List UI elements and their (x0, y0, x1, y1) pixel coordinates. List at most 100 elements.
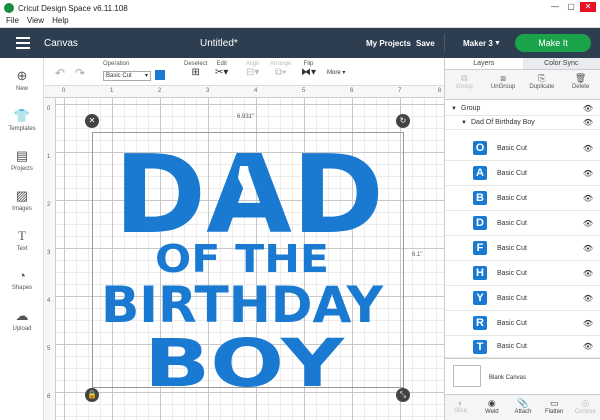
delete-handle-icon[interactable]: ✕ (85, 114, 99, 128)
duplicate-action[interactable]: ⎘ Duplicate (523, 70, 562, 99)
operation-select[interactable]: Basic Cut ▾ (103, 71, 151, 81)
weld-icon: ◉ (487, 398, 496, 408)
sidebar-item-templates[interactable]: 👕 Templates (0, 108, 44, 132)
tab-color-sync[interactable]: Color Sync (523, 58, 600, 69)
menu-help[interactable]: Help (52, 16, 68, 27)
action-label: Slice (454, 408, 468, 414)
ungroup-action[interactable]: ⧈ UnGroup (484, 70, 523, 99)
subgroup-name: Dad Of Birthday Boy (471, 119, 535, 126)
edit-toolbar: ↶ ↷ Operation Basic Cut ▾ Deselect ⊞ Edi… (44, 58, 444, 86)
sidebar-label: Images (12, 206, 32, 212)
edit-tool[interactable]: Edit ✂▾ (215, 61, 228, 78)
eye-icon[interactable]: 👁 (583, 144, 593, 153)
window-titlebar: Cricut Design Space v6.11.108 — ▢ ✕ (0, 0, 600, 16)
blank-canvas-label: Blank Canvas (489, 375, 527, 381)
slice-action[interactable]: ◐ Slice (445, 395, 476, 420)
eye-icon[interactable]: 👁 (583, 219, 593, 228)
group-action[interactable]: ⧉ Group (445, 70, 484, 99)
action-label: Attach (514, 409, 532, 415)
contour-icon: ◎ (581, 398, 590, 408)
arrange-tool[interactable]: Arrange ⧉▾ (270, 61, 291, 78)
eye-icon[interactable]: 👁 (583, 194, 593, 203)
eye-icon[interactable]: 👁 (583, 342, 593, 351)
sidebar-item-text[interactable]: T Text (0, 228, 44, 252)
deselect-tool[interactable]: Deselect ⊞ (184, 61, 207, 78)
more-menu[interactable]: More ▾ (327, 69, 345, 76)
layer-row[interactable]: O Basic Cut 👁 (445, 136, 600, 161)
machine-selector[interactable]: Maker 3 (463, 39, 493, 48)
sidebar-item-images[interactable]: ▨ Images (0, 188, 44, 212)
layer-row[interactable]: Y Basic Cut 👁 (445, 286, 600, 311)
layer-row[interactable]: H Basic Cut 👁 (445, 261, 600, 286)
eye-icon[interactable]: 👁 (583, 294, 593, 303)
sidebar-item-projects[interactable]: ▤ Projects (0, 148, 44, 172)
chevron-down-icon[interactable]: ▼ (451, 106, 457, 112)
layer-name: Basic Cut (497, 319, 527, 327)
layer-group-row[interactable]: ▼ Group 👁 (445, 102, 600, 116)
flip-icon: ⧓▾ (301, 67, 317, 78)
layer-row[interactable]: B Basic Cut 👁 (445, 186, 600, 211)
design-canvas[interactable]: 0 1 2 3 4 5 6 7 8 0 1 2 3 4 5 6 6.931" 6… (44, 86, 444, 420)
resize-handle-icon[interactable]: ⤡ (396, 388, 410, 402)
eye-icon[interactable]: 👁 (583, 319, 593, 328)
layer-thumbnail: Y (473, 291, 487, 305)
layers-panel: Layers Color Sync ⧉ Group ⧈ UnGroup ⎘ Dupli… (444, 58, 600, 420)
menu-file[interactable]: File (6, 16, 19, 27)
design-artwork[interactable]: DAD OF THE BIRTHDAY BOY (94, 122, 404, 402)
flip-tool[interactable]: Flip ⧓▾ (301, 61, 316, 78)
eye-icon[interactable]: 👁 (583, 169, 593, 178)
menu-view[interactable]: View (27, 16, 44, 27)
blank-canvas-row[interactable]: Blank Canvas (445, 358, 600, 394)
undo-icon[interactable]: ↶ (55, 66, 65, 80)
layer-row[interactable]: T Basic Cut 👁 (445, 336, 600, 358)
minimize-button[interactable]: — (548, 2, 562, 12)
maximize-button[interactable]: ▢ (564, 2, 578, 12)
layer-thumbnail: F (473, 241, 487, 255)
blank-canvas-swatch[interactable] (453, 365, 481, 387)
layer-thumbnail: H (473, 266, 487, 280)
layer-subgroup-row[interactable]: ▼ Dad Of Birthday Boy 👁 (445, 116, 600, 130)
sidebar-item-upload[interactable]: ☁ Upload (0, 308, 44, 332)
attach-action[interactable]: 📎 Attach (507, 395, 538, 420)
align-icon: ⊟▾ (246, 67, 260, 78)
make-it-button[interactable]: Make It (515, 34, 591, 52)
layer-row[interactable]: F Basic Cut 👁 (445, 236, 600, 261)
sidebar-label: Text (16, 246, 28, 252)
contour-action[interactable]: ◎ Contour (570, 395, 600, 420)
save-button[interactable]: Save (416, 39, 435, 48)
sidebar-item-shapes[interactable]: ◔ Shapes (0, 268, 44, 291)
flatten-action[interactable]: ▭ Flatten (539, 395, 570, 420)
eye-icon[interactable]: 👁 (583, 269, 593, 278)
eye-icon[interactable]: 👁 (583, 244, 593, 253)
operation-color-swatch[interactable] (155, 70, 165, 80)
chevron-down-icon[interactable]: ▼ (461, 120, 467, 126)
close-window-button[interactable]: ✕ (580, 2, 596, 12)
app-logo-icon (4, 3, 14, 13)
redo-icon[interactable]: ↷ (75, 66, 85, 80)
shirt-icon: 👕 (13, 108, 31, 123)
section-title: Canvas (44, 37, 78, 49)
my-projects-link[interactable]: My Projects (366, 39, 411, 48)
ruler-tick: 5 (47, 346, 51, 352)
delete-action[interactable]: 🗑 Delete (561, 70, 600, 99)
eye-icon[interactable]: 👁 (583, 104, 593, 113)
ruler-tick: 7 (398, 88, 402, 94)
tab-layers[interactable]: Layers (445, 58, 523, 69)
chevron-down-icon[interactable]: ▼ (494, 40, 501, 47)
ruler-tick: 5 (302, 88, 306, 94)
sidebar-item-new[interactable]: ⊕ New (0, 68, 44, 92)
layer-row[interactable]: D Basic Cut 👁 (445, 211, 600, 236)
hamburger-menu-icon[interactable] (16, 37, 30, 49)
ruler-tick: 1 (47, 154, 51, 160)
rotate-handle-icon[interactable]: ↻ (396, 114, 410, 128)
layer-row[interactable]: R Basic Cut 👁 (445, 311, 600, 336)
window-title: Cricut Design Space v6.11.108 (18, 3, 128, 13)
layer-row[interactable]: A Basic Cut 👁 (445, 161, 600, 186)
eye-icon[interactable]: 👁 (583, 118, 593, 127)
align-tool[interactable]: Align ⊟▾ (246, 61, 259, 78)
document-title[interactable]: Untitled* (200, 38, 238, 49)
weld-action[interactable]: ◉ Weld (476, 395, 507, 420)
lock-handle-icon[interactable]: 🔒 (85, 388, 99, 402)
ruler-tick: 0 (62, 88, 66, 94)
group-icon: ⧉ (461, 73, 468, 83)
